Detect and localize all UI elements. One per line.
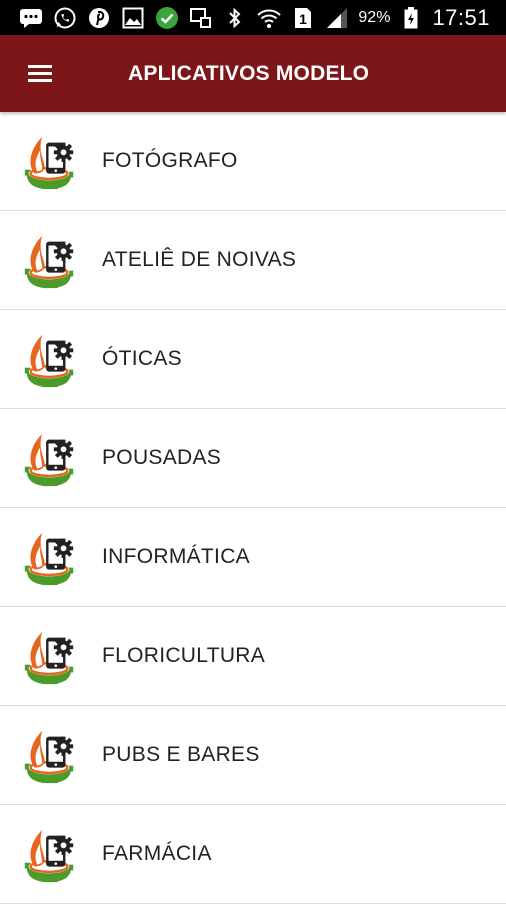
bluetooth-icon xyxy=(222,5,248,31)
list-item-label: FARMÁCIA xyxy=(102,842,212,865)
gallery-icon xyxy=(120,5,146,31)
pinterest-icon xyxy=(86,5,112,31)
page-title: APLICATIVOS MODELO xyxy=(128,61,370,85)
hamburger-menu-icon[interactable] xyxy=(0,35,80,112)
list-item-label: FOTÓGRAFO xyxy=(102,149,238,172)
list-item[interactable]: FOTÓGRAFO xyxy=(0,112,506,211)
app-logo-icon xyxy=(23,333,75,389)
app-logo-icon xyxy=(23,135,75,191)
list-item[interactable]: INFORMÁTICA xyxy=(0,508,506,607)
list-item-label: PUBS E BARES xyxy=(102,743,260,766)
list-item[interactable]: PUBS E BARES xyxy=(0,706,506,805)
sim-icon: 1 xyxy=(290,5,316,31)
app-bar: APLICATIVOS MODELO xyxy=(0,35,506,112)
list-item[interactable]: ÓTICAS xyxy=(0,310,506,409)
notification-icons xyxy=(0,5,214,31)
screencast-icon xyxy=(188,5,214,31)
list-item-label: ATELIÊ DE NOIVAS xyxy=(102,248,297,271)
app-logo-icon xyxy=(23,630,75,686)
wifi-icon xyxy=(256,5,282,31)
battery-percent: 92% xyxy=(358,8,391,26)
clock: 17:51 xyxy=(432,4,490,30)
app-logo-icon xyxy=(23,729,75,785)
list-item[interactable]: FARMÁCIA xyxy=(0,805,506,904)
app-logo-icon xyxy=(23,828,75,884)
list-item-label: INFORMÁTICA xyxy=(102,545,250,568)
list-item-label: POUSADAS xyxy=(102,446,222,469)
system-icons: 1 92% 17:51 xyxy=(222,5,506,31)
signal-icon xyxy=(324,5,350,31)
messages-icon xyxy=(18,5,44,31)
sim-slot-text: 1 xyxy=(300,11,308,27)
status-bar: 1 92% 17:51 xyxy=(0,0,506,35)
app-logo-icon xyxy=(23,531,75,587)
app-logo-icon xyxy=(23,234,75,290)
app-list: FOTÓGRAFO ATELIÊ DE NOIVAS ÓTICAS POUSADAS I… xyxy=(0,112,506,904)
list-item[interactable]: POUSADAS xyxy=(0,409,506,508)
list-item[interactable]: FLORICULTURA xyxy=(0,607,506,706)
app-logo-icon xyxy=(23,432,75,488)
list-item-label: FLORICULTURA xyxy=(102,644,266,667)
whatsapp-icon xyxy=(52,5,78,31)
check-icon xyxy=(154,5,180,31)
list-item[interactable]: ATELIÊ DE NOIVAS xyxy=(0,211,506,310)
list-item-label: ÓTICAS xyxy=(102,347,182,370)
battery-icon xyxy=(398,5,424,31)
